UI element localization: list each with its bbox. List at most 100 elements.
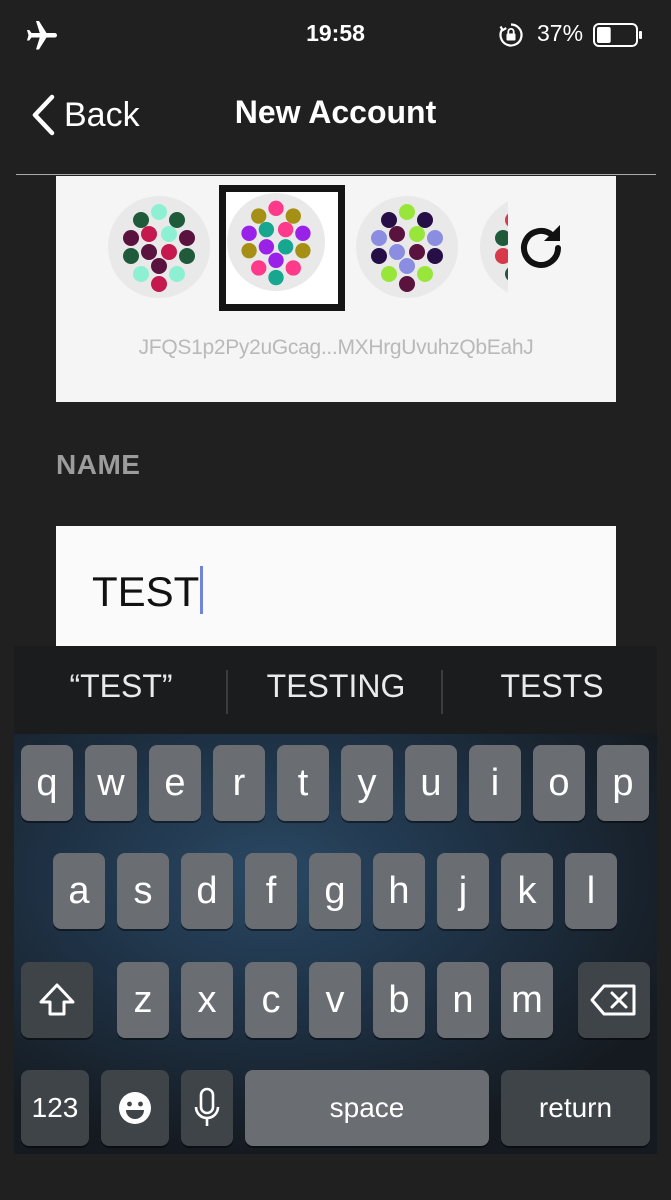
suggestion-1[interactable]: “TEST” [16, 668, 226, 705]
key-z[interactable]: z [117, 962, 169, 1038]
identicon-dot [133, 212, 149, 228]
identicon-dot [371, 230, 387, 246]
key-b[interactable]: b [373, 962, 425, 1038]
numbers-key[interactable]: 123 [21, 1070, 89, 1146]
identicon-dot [241, 225, 257, 242]
identicon-option[interactable] [356, 196, 458, 298]
shift-key[interactable] [21, 962, 93, 1038]
key-s[interactable]: s [117, 853, 169, 929]
identicon-dot [389, 226, 405, 242]
emoji-icon [119, 1092, 151, 1124]
identicon-dot [161, 226, 177, 242]
key-y[interactable]: y [341, 745, 393, 821]
name-label: NAME [56, 449, 141, 480]
identicon-dot [169, 266, 185, 282]
battery-percent: 37% [537, 20, 584, 46]
key-label: y [357, 762, 377, 804]
emoji-key[interactable] [101, 1070, 169, 1146]
key-u[interactable]: u [405, 745, 457, 821]
identicon-dot [495, 248, 508, 264]
key-label: t [297, 762, 309, 804]
key-d[interactable]: d [181, 853, 233, 929]
key-i[interactable]: i [469, 745, 521, 821]
key-a[interactable]: a [53, 853, 105, 929]
identicon-dot [427, 230, 443, 246]
microphone-icon [194, 1087, 220, 1126]
key-c[interactable]: c [245, 962, 297, 1038]
identicon-dot [141, 244, 157, 260]
key-k[interactable]: k [501, 853, 553, 929]
shift-icon [39, 983, 75, 1016]
suggestion-2[interactable]: TESTING [231, 668, 441, 705]
key-e[interactable]: e [149, 745, 201, 821]
key-r[interactable]: r [213, 745, 265, 821]
key-label: return [538, 1092, 613, 1123]
identicon-dot [399, 258, 415, 274]
space-key[interactable]: space [245, 1070, 489, 1146]
identicon-dot [268, 269, 284, 286]
status-bar: 19:58 37% [0, 0, 671, 72]
identicon-dot [258, 239, 275, 255]
identicon-dot [417, 212, 433, 228]
identicon-dot [258, 221, 275, 238]
key-label: j [458, 870, 468, 912]
identicon-dot [123, 230, 139, 246]
name-input[interactable]: TEST [56, 526, 616, 651]
key-label: b [388, 979, 410, 1021]
refresh-icon[interactable] [514, 221, 568, 275]
identicon-dot [268, 200, 284, 217]
identicon-picker: JFQS1p2Py2uGcag...MXHrgUvuhzQbEahJ [56, 176, 616, 402]
identicon-dot [133, 266, 149, 282]
return-key[interactable]: return [501, 1070, 650, 1146]
key-label: 123 [31, 1092, 79, 1123]
identicon-option[interactable] [480, 196, 508, 298]
key-w[interactable]: w [85, 745, 137, 821]
identicon-dot [389, 244, 405, 260]
key-g[interactable]: g [309, 853, 361, 929]
key-label: x [197, 979, 217, 1021]
suggestion-3[interactable]: TESTS [447, 668, 657, 705]
key-o[interactable]: o [533, 745, 585, 821]
identicon-dot [123, 248, 139, 264]
keyboard: “TEST” TESTING TESTS q w e r t y u i o p… [14, 646, 657, 1154]
suggestion-bar: “TEST” TESTING TESTS [14, 646, 657, 734]
identicon-dot [417, 266, 433, 282]
text-caret [200, 566, 204, 614]
key-t[interactable]: t [277, 745, 329, 821]
identicon-option[interactable] [108, 196, 210, 298]
identicon-dot [399, 204, 415, 220]
identicon-dot [277, 221, 294, 238]
key-label: g [324, 870, 346, 912]
key-label: o [548, 762, 570, 804]
identicon-dot [285, 260, 301, 276]
key-l[interactable]: l [565, 853, 617, 929]
key-label: v [325, 979, 345, 1021]
identicon-dot [268, 252, 284, 268]
suggestion-divider [441, 670, 443, 714]
key-x[interactable]: x [181, 962, 233, 1038]
identicon-dot [295, 225, 311, 242]
delete-key[interactable] [578, 962, 650, 1038]
orientation-lock-icon [499, 23, 523, 47]
identicon-dot [381, 212, 397, 228]
key-label: f [265, 870, 277, 912]
key-h[interactable]: h [373, 853, 425, 929]
dictation-key[interactable] [181, 1070, 233, 1146]
key-m[interactable]: m [501, 962, 553, 1038]
identicon-dot [495, 230, 508, 246]
identicon-dot [161, 244, 177, 260]
key-f[interactable]: f [245, 853, 297, 929]
key-label: a [68, 870, 90, 912]
identicon-dot [399, 276, 415, 292]
identicon-option-selected[interactable] [219, 185, 345, 311]
identicon-dot [381, 266, 397, 282]
battery-icon [593, 23, 642, 47]
key-q[interactable]: q [21, 745, 73, 821]
key-n[interactable]: n [437, 962, 489, 1038]
key-j[interactable]: j [437, 853, 489, 929]
key-p[interactable]: p [597, 745, 649, 821]
key-v[interactable]: v [309, 962, 361, 1038]
identicon-dot [427, 248, 443, 264]
identicon-dot [251, 260, 267, 276]
key-label: k [517, 870, 537, 912]
